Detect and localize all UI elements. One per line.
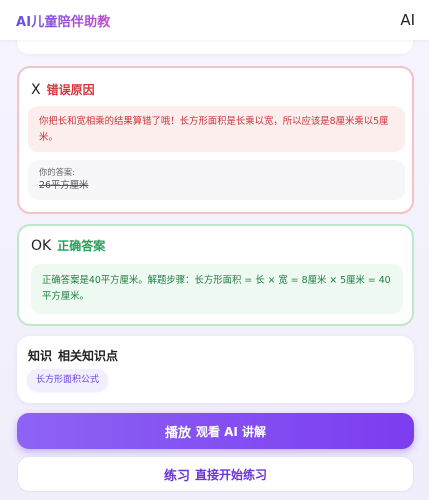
error-card-title: 错误原因 (46, 83, 95, 97)
watch-ai-explanation-label: 观看 AI 讲解 (195, 424, 267, 439)
user-answer-label: 你的答案: (39, 167, 75, 177)
close-icon: X (31, 81, 41, 98)
ai-icon[interactable]: AI (400, 11, 415, 29)
start-practice-label: 直接开始练习 (195, 467, 268, 482)
user-answer-box: 你的答案: 26平方厘米 (28, 160, 405, 200)
check-icon: OK (31, 237, 52, 254)
app-header: AI儿童陪伴助教 AI (0, 0, 429, 40)
play-icon: 播放 (164, 425, 191, 441)
app-title: AI儿童陪伴助教 (16, 11, 111, 30)
error-card-header: X 错误原因 (31, 81, 95, 98)
user-answer-value: 26平方厘米 (39, 180, 89, 191)
error-explanation-box: 你把长和宽相乘的结果算错了哦！长方形面积是长乘以宽，所以应该是8厘米乘以5厘米。 (28, 106, 405, 152)
knowledge-icon: 知识 (28, 349, 53, 363)
knowledge-card-title: 相关知识点 (58, 349, 119, 363)
screen: AI儿童陪伴助教 AI X 错误原因 你把长和宽相乘的结果算错了哦！长方形面积是… (0, 0, 429, 500)
correct-answer-card: OK 正确答案 正确答案是40平方厘米。解题步骤：长方形面积 = 长 × 宽 =… (17, 224, 414, 326)
watch-ai-explanation-button[interactable]: 播放 观看 AI 讲解 (17, 413, 414, 449)
error-reason-card: X 错误原因 你把长和宽相乘的结果算错了哦！长方形面积是长乘以宽，所以应该是8厘… (17, 66, 414, 214)
practice-icon: 练习 (163, 468, 190, 484)
knowledge-card: 知识 相关知识点 长方形面积公式 (17, 336, 414, 403)
knowledge-tag[interactable]: 长方形面积公式 (27, 369, 109, 391)
knowledge-card-header: 知识 相关知识点 (28, 347, 118, 364)
correct-explanation: 正确答案是40平方厘米。解题步骤：长方形面积 = 长 × 宽 = 8厘米 × 5… (42, 275, 391, 302)
correct-card-header: OK 正确答案 (31, 237, 105, 254)
correct-card-title: 正确答案 (57, 239, 106, 253)
correct-explanation-box: 正确答案是40平方厘米。解题步骤：长方形面积 = 长 × 宽 = 8厘米 × 5… (31, 264, 403, 314)
start-practice-button[interactable]: 练习 直接开始练习 (17, 456, 414, 492)
error-explanation: 你把长和宽相乘的结果算错了哦！长方形面积是长乘以宽，所以应该是8厘米乘以5厘米。 (39, 116, 389, 143)
